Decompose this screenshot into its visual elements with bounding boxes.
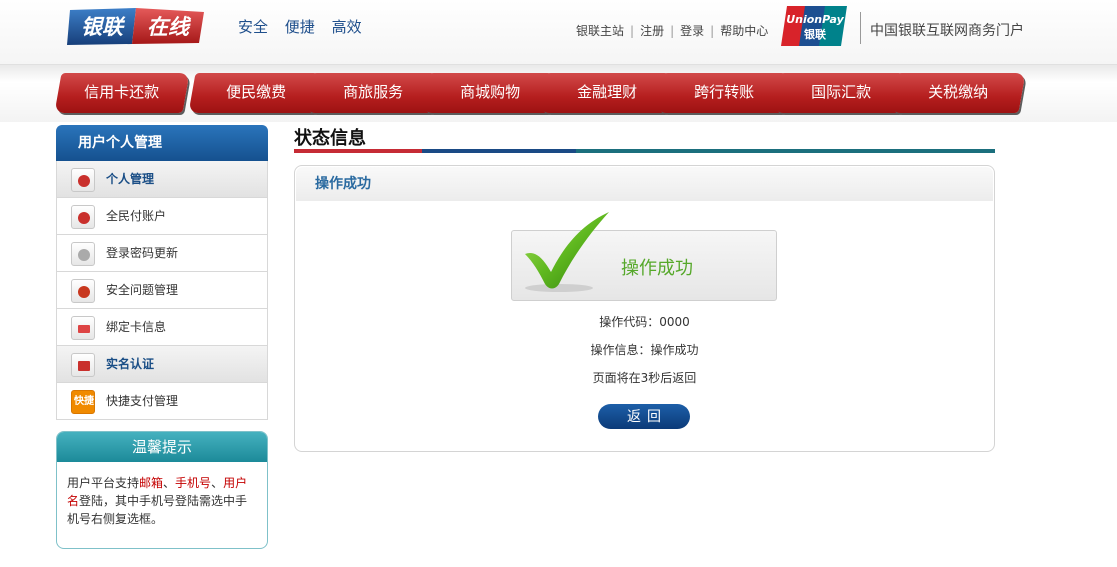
header: 银联 在线 安全 便捷 高效 银联主站 | 注册 | 登录 | 帮助中心 UnionPay … <box>0 0 1117 64</box>
quick-pay-icon: 快捷 <box>71 390 95 414</box>
sidebar-item-real-name-auth[interactable]: 实名认证 <box>56 346 268 383</box>
operation-message: 操作信息：操作成功 <box>590 343 699 357</box>
unionpay-logo[interactable]: UnionPay 银联 <box>781 5 847 47</box>
nav-utility-payment[interactable]: 便民缴费 <box>188 73 324 113</box>
gear-icon <box>71 279 95 303</box>
slogan-safe: 安全 <box>238 18 269 36</box>
user-icon <box>71 168 95 192</box>
tip-text: 用户平台支持邮箱、手机号、用户名登陆，其中手机号登陆需选中手机号右侧复选框。 <box>67 476 248 526</box>
top-links: 银联主站 | 注册 | 登录 | 帮助中心 <box>576 22 768 39</box>
link-login[interactable]: 登录 <box>680 24 704 38</box>
sidebar-item-label: 快捷支付管理 <box>106 394 179 408</box>
sidebar-item-label: 登录密码更新 <box>106 246 179 260</box>
sidebar-item-quanminfu-account[interactable]: 全民付账户 <box>56 198 268 235</box>
nav-mall-shopping[interactable]: 商城购物 <box>422 73 558 113</box>
divider: | <box>630 24 635 38</box>
status-panel: 操作成功 操作成功 操作代码：0000 操作信息：操作成功 页面将在3秒后返回 … <box>294 165 995 452</box>
nav-international-remittance[interactable]: 国际汇款 <box>773 73 909 113</box>
tip-title: 温馨提示 <box>57 432 267 462</box>
unionpay-online-logo[interactable]: 银联 在线 <box>66 6 205 47</box>
password-icon <box>71 242 95 266</box>
nav-wealth-management[interactable]: 金融理财 <box>539 73 675 113</box>
title-underline <box>294 149 995 153</box>
tip-box: 温馨提示 用户平台支持邮箱、手机号、用户名登陆，其中手机号登陆需选中手机号右侧复… <box>56 431 268 549</box>
back-button[interactable]: 返回 <box>598 404 690 429</box>
link-unionpay-home[interactable]: 银联主站 <box>576 24 624 38</box>
sidebar-item-personal-management[interactable]: 个人管理 <box>56 161 268 198</box>
svg-text:银联: 银联 <box>804 27 826 41</box>
portal-name: 中国银联互联网商务门户 <box>870 23 1024 39</box>
divider: | <box>710 24 715 38</box>
divider: | <box>670 24 675 38</box>
operation-code: 操作代码：0000 <box>599 315 690 329</box>
sidebar-item-security-question[interactable]: 安全问题管理 <box>56 272 268 309</box>
users-icon <box>71 205 95 229</box>
redirect-notice: 页面将在3秒后返回 <box>592 371 697 385</box>
id-card-icon <box>71 353 95 377</box>
nav-customs-duty[interactable]: 关税缴纳 <box>890 73 1026 113</box>
svg-text:银联: 银联 <box>81 15 126 39</box>
page-title: 状态信息 <box>294 128 366 149</box>
nav-credit-card-repayment[interactable]: 信用卡还款 <box>54 73 190 113</box>
slogan-efficient: 高效 <box>331 18 362 36</box>
card-icon <box>71 316 95 340</box>
link-register[interactable]: 注册 <box>640 24 664 38</box>
sidebar-item-label: 全民付账户 <box>106 209 167 223</box>
panel-title: 操作成功 <box>296 167 993 201</box>
sidebar-item-label: 实名认证 <box>106 357 155 371</box>
sidebar-item-quick-pay[interactable]: 快捷 快捷支付管理 <box>56 383 268 420</box>
slogan: 安全 便捷 高效 <box>238 16 374 37</box>
slogan-convenient: 便捷 <box>284 18 315 36</box>
sidebar-item-label: 个人管理 <box>106 172 155 186</box>
svg-text:UnionPay: UnionPay <box>786 13 844 26</box>
sidebar: 用户个人管理 个人管理 全民付账户 登录密码更新 安全问题管理 绑定卡信息 实名… <box>56 125 268 420</box>
svg-text:在线: 在线 <box>147 15 192 39</box>
sidebar-title: 用户个人管理 <box>56 125 268 161</box>
sidebar-item-label: 安全问题管理 <box>106 283 179 297</box>
success-message: 操作成功 <box>621 258 693 279</box>
main-nav: 信用卡还款 便民缴费 商旅服务 商城购物 金融理财 跨行转账 国际汇款 关税缴纳 <box>0 64 1117 122</box>
sidebar-item-bound-card[interactable]: 绑定卡信息 <box>56 309 268 346</box>
nav-travel-service[interactable]: 商旅服务 <box>305 73 441 113</box>
divider <box>860 12 861 44</box>
sidebar-item-password-update[interactable]: 登录密码更新 <box>56 235 268 272</box>
nav-interbank-transfer[interactable]: 跨行转账 <box>656 73 792 113</box>
link-help-center[interactable]: 帮助中心 <box>720 24 768 38</box>
checkmark-icon <box>525 212 609 292</box>
sidebar-item-label: 绑定卡信息 <box>106 320 167 334</box>
